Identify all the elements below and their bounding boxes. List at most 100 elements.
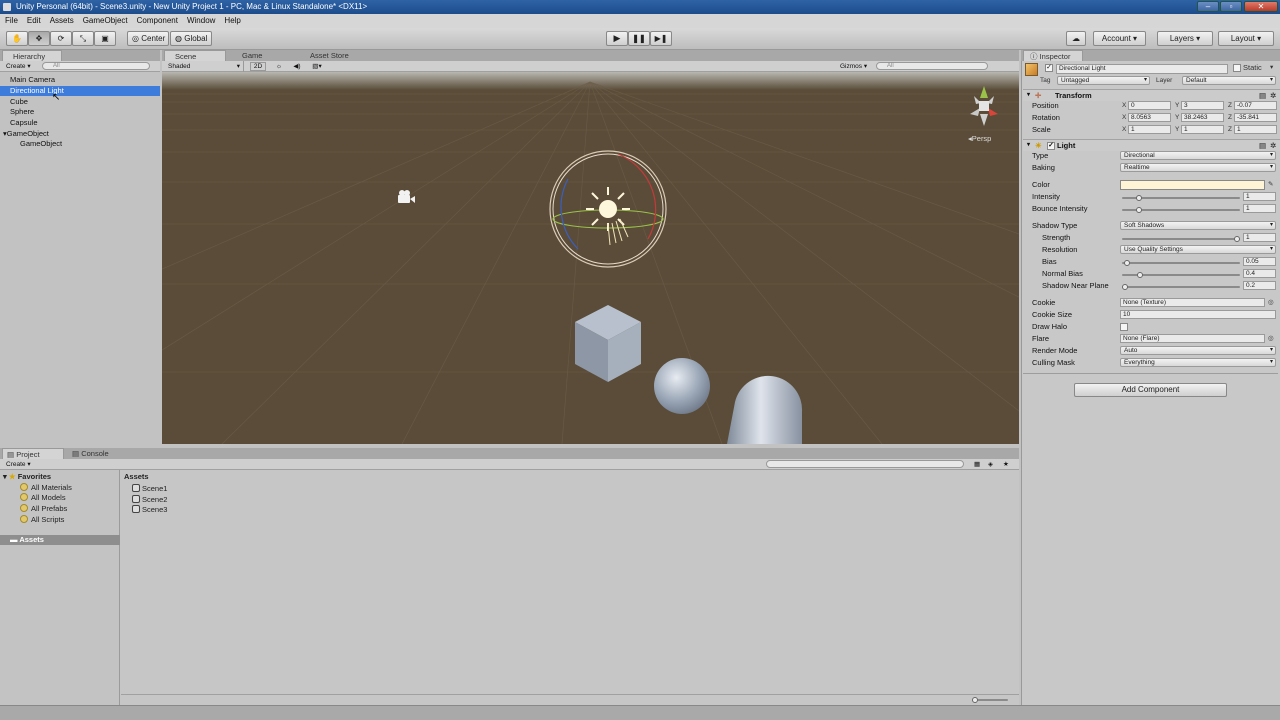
baking-dropdown[interactable]: Realtime (1120, 163, 1276, 172)
collapse-arrow-icon[interactable]: ▾ (1027, 90, 1030, 101)
object-picker-icon[interactable]: ◎ (1268, 298, 1274, 307)
draw-halo-checkbox[interactable] (1120, 323, 1128, 331)
account-dropdown[interactable]: Account ▾ (1093, 31, 1146, 46)
expand-arrow-icon[interactable]: ▾ (3, 472, 7, 481)
favorite-item[interactable]: All Models (20, 493, 66, 503)
component-gear-icon[interactable]: ✲ (1270, 90, 1276, 101)
component-gear-icon[interactable]: ✲ (1270, 140, 1276, 151)
tab-project[interactable]: ▤ Project (2, 448, 64, 459)
effects-dropdown-icon[interactable]: ▧▾ (308, 61, 326, 72)
tab-inspector[interactable]: ⓘ Inspector (1023, 50, 1083, 61)
hierarchy-item[interactable]: Cube (10, 97, 150, 107)
space-toggle[interactable]: ◍ Global (170, 31, 212, 46)
hierarchy-create-button[interactable]: Create ▾ (6, 61, 31, 72)
tab-game[interactable]: Game (232, 50, 292, 61)
hand-tool-icon[interactable]: ✋ (6, 31, 28, 46)
asset-item[interactable]: Scene3 (132, 505, 167, 515)
move-tool-icon[interactable]: ✥ (28, 31, 50, 46)
object-picker-icon[interactable]: ◎ (1268, 334, 1274, 343)
gizmos-dropdown[interactable]: Gizmos ▾ (840, 61, 867, 72)
hierarchy-item-selected[interactable]: Directional Light (0, 86, 160, 96)
normal-bias-slider-knob[interactable] (1136, 272, 1143, 278)
bias-slider[interactable] (1122, 260, 1240, 266)
flare-field[interactable]: None (Flare) (1120, 334, 1265, 343)
type-dropdown[interactable]: Directional (1120, 151, 1276, 160)
cookie-size-field[interactable]: 10 (1120, 310, 1276, 319)
collapse-arrow-icon[interactable]: ▾ (1027, 140, 1030, 151)
color-field[interactable] (1120, 180, 1265, 190)
light-enabled-checkbox[interactable]: ✓ (1047, 142, 1055, 150)
lighting-toggle-icon[interactable]: ☼ (272, 61, 286, 72)
perspective-label[interactable]: ◂Persp (968, 134, 991, 143)
hierarchy-item[interactable]: Capsule (10, 118, 150, 128)
static-checkbox[interactable] (1233, 64, 1241, 72)
rotation-z-field[interactable]: -35.841 (1234, 113, 1277, 122)
pivot-toggle[interactable]: ◎ Center (127, 31, 169, 46)
filter-type-icon[interactable]: ▦ (974, 459, 980, 470)
intensity-slider-knob[interactable] (1136, 195, 1142, 201)
near-plane-field[interactable]: 0.2 (1243, 281, 1276, 290)
menu-file[interactable]: File (0, 14, 22, 28)
intensity-slider[interactable] (1122, 195, 1240, 201)
step-button[interactable]: ▶❚ (650, 31, 672, 46)
asset-item[interactable]: Scene2 (132, 495, 167, 505)
bounce-intensity-slider[interactable] (1122, 207, 1240, 213)
light-header[interactable]: ▾ ☀ ✓ Light ▤ ✲ (1023, 139, 1280, 151)
strength-field[interactable]: 1 (1243, 233, 1276, 242)
hierarchy-item[interactable]: ▾GameObject (3, 129, 143, 139)
tab-asset-store[interactable]: Asset Store (300, 50, 380, 61)
render-mode-dropdown[interactable]: Auto (1120, 346, 1276, 355)
culling-mask-dropdown[interactable]: Everything (1120, 358, 1276, 367)
scale-z-field[interactable]: 1 (1234, 125, 1277, 134)
tag-dropdown[interactable]: Untagged (1057, 76, 1150, 85)
hierarchy-item[interactable]: Sphere (10, 107, 150, 117)
normal-bias-slider[interactable] (1122, 272, 1240, 278)
eyedropper-icon[interactable]: ✎ (1268, 180, 1273, 189)
rotation-x-field[interactable]: 8.0563 (1128, 113, 1171, 122)
scale-tool-icon[interactable]: ⤡ (72, 31, 94, 46)
hierarchy-item[interactable]: GameObject (20, 139, 150, 149)
rotation-y-field[interactable]: 38.2463 (1181, 113, 1224, 122)
close-button[interactable]: ✕ (1244, 1, 1278, 12)
hierarchy-item[interactable]: Main Camera (10, 75, 150, 85)
menu-assets[interactable]: Assets (45, 14, 78, 28)
near-plane-slider[interactable] (1122, 284, 1240, 290)
project-search-input[interactable] (766, 460, 964, 468)
intensity-field[interactable]: 1 (1243, 192, 1276, 201)
favorite-star-icon[interactable]: ★ (1003, 459, 1009, 470)
menu-window[interactable]: Window (182, 14, 219, 28)
near-plane-slider-knob[interactable] (1122, 284, 1128, 290)
layer-dropdown[interactable]: Default (1182, 76, 1276, 85)
menu-gameobject[interactable]: GameObject (78, 14, 132, 28)
cloud-icon[interactable]: ☁ (1066, 31, 1086, 46)
icon-size-slider[interactable] (972, 697, 1008, 703)
pause-button[interactable]: ❚❚ (628, 31, 650, 46)
position-y-field[interactable]: 3 (1181, 101, 1224, 110)
shading-dropdown[interactable]: Shaded ▾ (168, 61, 244, 72)
bounce-intensity-field[interactable]: 1 (1243, 204, 1276, 213)
scene-viewport[interactable]: ◂Persp (162, 72, 1019, 444)
strength-slider[interactable] (1122, 236, 1240, 242)
bias-field[interactable]: 0.05 (1243, 257, 1276, 266)
assets-folder-selected[interactable]: ▬ Assets (0, 535, 120, 545)
play-button[interactable]: ▶ (606, 31, 628, 46)
favorite-item[interactable]: All Scripts (20, 515, 64, 525)
project-create-button[interactable]: Create ▾ (6, 459, 31, 470)
help-book-icon[interactable]: ▤ (1259, 90, 1266, 101)
menu-edit[interactable]: Edit (22, 14, 45, 28)
menu-component[interactable]: Component (132, 14, 182, 28)
transform-header[interactable]: ▾ ✛ Transform ▤ ✲ (1023, 89, 1280, 101)
rect-tool-icon[interactable]: ▣ (94, 31, 116, 46)
icon-size-slider-knob[interactable] (972, 697, 978, 703)
favorites-header[interactable]: ▾ ★ Favorites (3, 472, 51, 482)
rotate-tool-icon[interactable]: ⟳ (50, 31, 72, 46)
strength-slider-knob[interactable] (1234, 236, 1240, 242)
layers-dropdown[interactable]: Layers ▾ (1157, 31, 1213, 46)
shadow-type-dropdown[interactable]: Soft Shadows (1120, 221, 1276, 230)
static-dropdown-icon[interactable]: ▾ (1270, 63, 1273, 72)
hierarchy-search-input[interactable]: All (42, 62, 150, 70)
asset-item[interactable]: Scene1 (132, 484, 167, 494)
audio-toggle-icon[interactable]: ◀) (290, 61, 304, 72)
filter-label-icon[interactable]: ◈ (988, 459, 993, 470)
tab-scene[interactable]: Scene (164, 50, 226, 61)
